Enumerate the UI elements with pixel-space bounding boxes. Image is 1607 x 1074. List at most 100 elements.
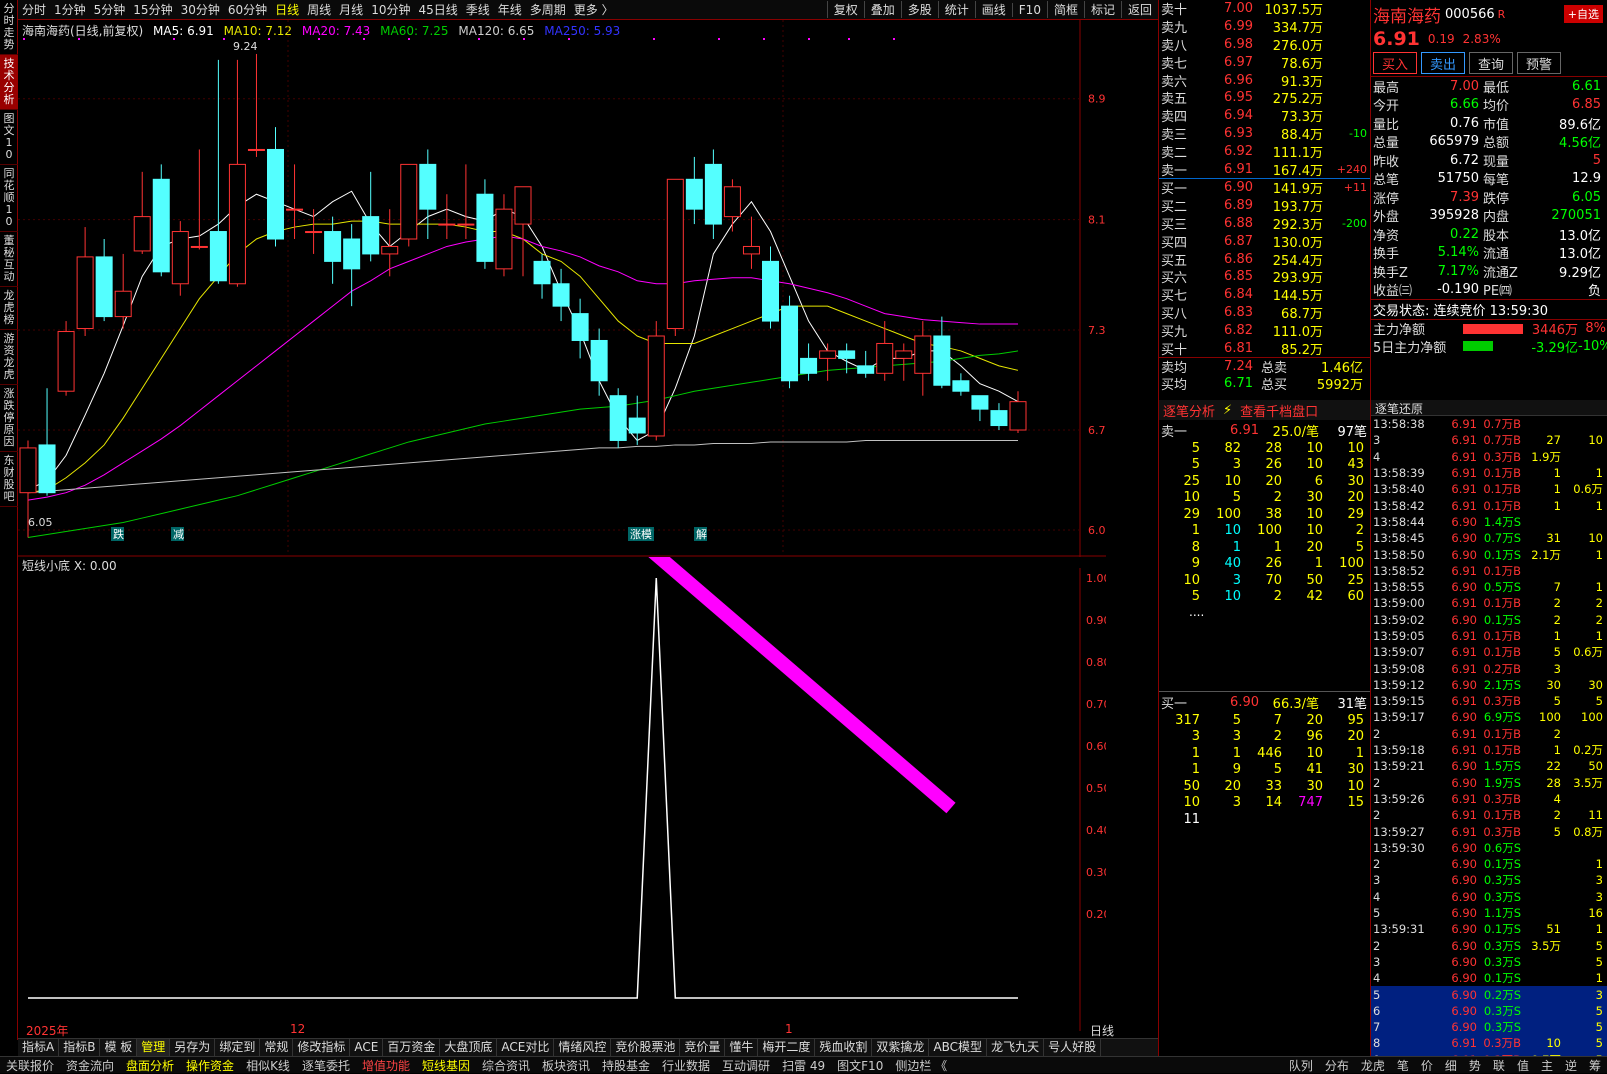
candlestick-chart[interactable]: 8.94 8.13 7.39 6.72 6.05 跌 减 涨模 解 9.24 6.05 xyxy=(18,20,1106,557)
candle[interactable] xyxy=(209,59,227,284)
bottom-tab-9[interactable]: 主 xyxy=(1535,1057,1559,1074)
candle[interactable] xyxy=(552,268,570,322)
indicator-tab-6[interactable]: 常规 xyxy=(260,1039,294,1056)
sell-level-4[interactable]: 卖六 6.96 91.3万 xyxy=(1159,71,1370,90)
buy-level-8[interactable]: 买九 6.82 111.0万 xyxy=(1159,321,1370,340)
candle[interactable] xyxy=(286,164,304,239)
indicator-chart[interactable]: 1.00 0.90 0.80 0.70 0.60 0.50 0.40 0.30 0.20 xyxy=(18,557,1106,1042)
candle[interactable] xyxy=(343,224,361,307)
tool-button-6[interactable]: 简框 xyxy=(1046,1,1084,18)
indicator-tab-5[interactable]: 绑定到 xyxy=(215,1039,261,1056)
indicator-tab-18[interactable]: 双紫擒龙 xyxy=(872,1039,930,1056)
candle[interactable] xyxy=(228,59,246,287)
tool-button-7[interactable]: 标记 xyxy=(1083,1,1121,18)
buy-button[interactable]: 买入 xyxy=(1373,52,1418,74)
candle[interactable] xyxy=(590,328,608,396)
period-tab-5[interactable]: 60分钟 xyxy=(224,1,271,18)
candle[interactable] xyxy=(685,156,703,225)
bottom-item-3[interactable]: 操作资金 xyxy=(180,1057,240,1074)
tool-button-8[interactable]: 返回 xyxy=(1120,1,1158,18)
candle[interactable] xyxy=(57,321,75,396)
bottom-item-11[interactable]: 行业数据 xyxy=(656,1057,716,1074)
candle[interactable] xyxy=(647,321,665,441)
period-tab-1[interactable]: 1分钟 xyxy=(50,1,90,18)
indicator-tab-1[interactable]: 指标B xyxy=(59,1039,101,1056)
bottom-item-4[interactable]: 相似K线 xyxy=(240,1057,296,1074)
candle[interactable] xyxy=(742,216,760,269)
candle[interactable] xyxy=(247,53,265,157)
indicator-tab-12[interactable]: 情绪风控 xyxy=(554,1039,612,1056)
candle[interactable] xyxy=(800,343,818,381)
bottom-item-13[interactable]: 扫雷 49 xyxy=(776,1057,831,1074)
indicator-tab-0[interactable]: 指标A xyxy=(18,1039,60,1056)
candle[interactable] xyxy=(666,178,684,336)
leftbar-tab-5[interactable]: 龙虎榜 xyxy=(0,287,18,330)
candle[interactable] xyxy=(95,239,113,322)
candle[interactable] xyxy=(267,127,284,247)
bottom-item-0[interactable]: 关联报价 xyxy=(0,1057,60,1074)
leftbar-tab-6[interactable]: 游资龙虎 xyxy=(0,330,18,385)
candle[interactable] xyxy=(76,227,94,336)
bottom-item-6[interactable]: 增值功能 xyxy=(356,1057,416,1074)
candle[interactable] xyxy=(171,221,189,296)
candle[interactable] xyxy=(362,171,380,262)
candle[interactable] xyxy=(1009,391,1027,433)
bottom-item-15[interactable]: 侧边栏 《 xyxy=(889,1057,953,1074)
candle[interactable] xyxy=(438,194,456,239)
sell-level-5[interactable]: 卖五 6.95 275.2万 xyxy=(1159,89,1370,107)
candle[interactable] xyxy=(190,149,208,250)
leftbar-tab-2[interactable]: 图文10 xyxy=(0,110,18,165)
candle[interactable] xyxy=(762,246,779,329)
period-tab-11[interactable]: 季线 xyxy=(462,1,494,18)
period-tab-10[interactable]: 45日线 xyxy=(414,1,461,18)
indicator-tab-10[interactable]: 大盘顶底 xyxy=(440,1039,498,1056)
candle[interactable] xyxy=(495,194,513,277)
period-tab-0[interactable]: 分时 xyxy=(18,1,50,18)
period-tab-9[interactable]: 10分钟 xyxy=(367,1,414,18)
bottom-tab-5[interactable]: 细 xyxy=(1439,1057,1463,1074)
sell-level-1[interactable]: 卖九 6.99 334.7万 xyxy=(1159,18,1370,36)
bottom-tab-2[interactable]: 龙虎 xyxy=(1355,1057,1391,1074)
bottom-tab-1[interactable]: 分布 xyxy=(1319,1057,1355,1074)
buy-level-5[interactable]: 买六 6.85 293.9万 xyxy=(1159,268,1370,286)
depth-link[interactable]: 查看千档盘口 xyxy=(1240,401,1318,420)
candle[interactable] xyxy=(704,149,722,239)
period-tab-6[interactable]: 日线 xyxy=(271,1,303,18)
candle[interactable] xyxy=(952,373,970,396)
buy-level-6[interactable]: 买七 6.84 144.5万 xyxy=(1159,286,1370,304)
add-watchlist-button[interactable]: +自选 xyxy=(1563,5,1603,23)
bottom-tab-3[interactable]: 笔 xyxy=(1391,1057,1415,1074)
candle[interactable] xyxy=(457,164,475,239)
buy-level-7[interactable]: 买八 6.83 68.7万 xyxy=(1159,304,1370,322)
candle[interactable] xyxy=(895,343,913,381)
buy-level-1[interactable]: 买二 6.89 193.7万 xyxy=(1159,197,1370,215)
bottom-tab-0[interactable]: 队列 xyxy=(1283,1057,1319,1074)
bottom-item-10[interactable]: 持股基金 xyxy=(596,1057,656,1074)
candle[interactable] xyxy=(609,388,627,448)
buy-level-0[interactable]: 买一 6.90 141.9万 +11 xyxy=(1159,179,1370,197)
buy-level-2[interactable]: 买三 6.88 292.3万 -200 xyxy=(1159,215,1370,233)
candle[interactable] xyxy=(400,163,418,247)
candle[interactable] xyxy=(781,295,799,389)
tool-button-1[interactable]: 叠加 xyxy=(863,1,901,18)
tick-analysis-title[interactable]: 逐笔分析 xyxy=(1163,401,1215,420)
leftbar-tab-8[interactable]: 东财股吧 xyxy=(0,452,18,507)
bottom-item-8[interactable]: 综合资讯 xyxy=(476,1057,536,1074)
indicator-tab-21[interactable]: 号人好股 xyxy=(1044,1039,1102,1056)
candle[interactable] xyxy=(971,395,989,422)
indicator-tab-9[interactable]: 百万资金 xyxy=(383,1039,441,1056)
indicator-tab-3[interactable]: 管理 xyxy=(137,1039,171,1056)
sell-level-6[interactable]: 卖四 6.94 73.3万 xyxy=(1159,107,1370,125)
query-button[interactable]: 查询 xyxy=(1469,52,1514,74)
indicator-tab-16[interactable]: 梅开二度 xyxy=(758,1039,816,1056)
stock-name[interactable]: 海南海药 xyxy=(1373,2,1441,27)
period-tab-8[interactable]: 月线 xyxy=(335,1,367,18)
bottom-tab-11[interactable]: 筹 xyxy=(1583,1057,1607,1074)
bottom-item-1[interactable]: 资金流向 xyxy=(60,1057,120,1074)
leftbar-tab-7[interactable]: 涨跌停原因 xyxy=(0,385,18,452)
bottom-tab-6[interactable]: 势 xyxy=(1463,1057,1487,1074)
bottom-tab-10[interactable]: 逆 xyxy=(1559,1057,1583,1074)
leftbar-tab-0[interactable]: 分时走势 xyxy=(0,0,18,55)
candle[interactable] xyxy=(324,216,342,284)
buy-level-3[interactable]: 买四 6.87 130.0万 xyxy=(1159,232,1370,251)
